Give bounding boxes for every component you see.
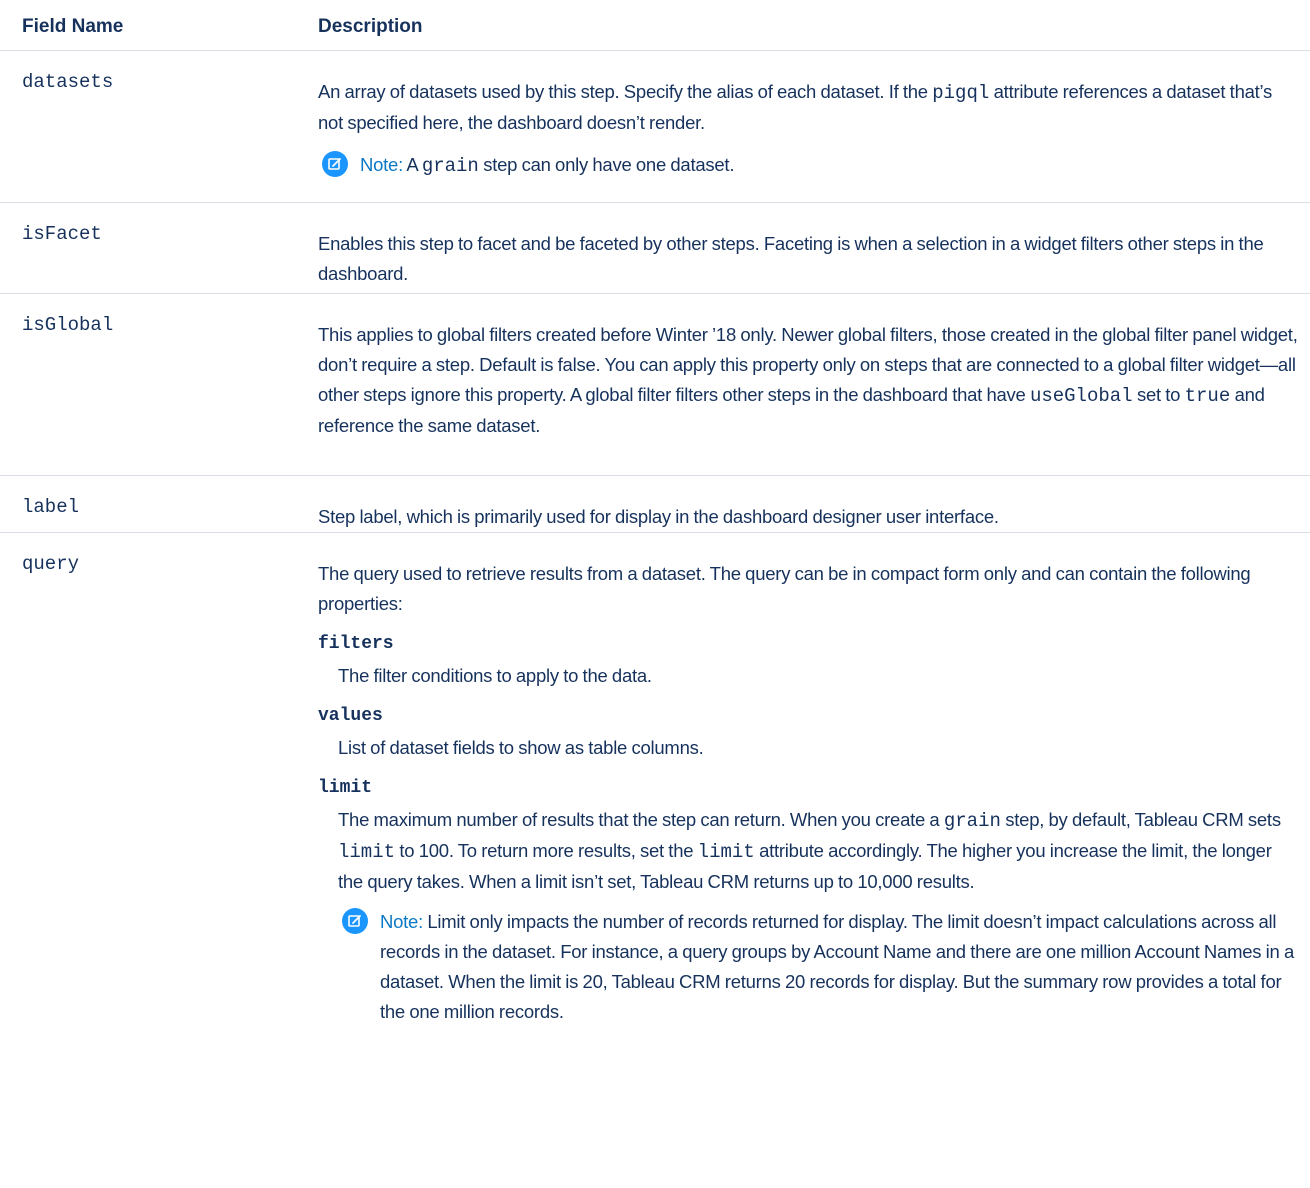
field-name: datasets [22,71,114,93]
table-row-query: query The query used to retrieve results… [0,533,1310,1027]
property-limit: limit The maximum number of results that… [318,773,1298,1027]
note-label: Note: [380,911,423,932]
field-name: isFacet [22,223,102,245]
field-description: An array of datasets used by this step. … [318,51,1298,181]
note-label: Note: [360,154,403,175]
field-description: Step label, which is primarily used for … [318,506,999,527]
code-pigql: pigql [932,82,990,104]
code-true: true [1184,385,1231,407]
field-reference-table: Field Name Description datasets An array… [0,0,1310,1027]
field-name: isGlobal [22,314,114,336]
field-description: This applies to global filters created b… [318,324,1298,436]
field-description: Enables this step to facet and be facete… [318,233,1264,284]
field-name: query [22,553,80,575]
code-limit: limit [338,841,396,863]
code-grain: grain [943,810,1001,832]
field-name: label [22,496,80,518]
edit-note-icon [322,151,348,177]
note-callout: Note: A grain step can only have one dat… [318,150,1298,181]
note-callout: Note: Limit only impacts the number of r… [338,907,1298,1027]
code-grain: grain [421,155,479,177]
table-row-datasets: datasets An array of datasets used by th… [0,51,1310,203]
property-values: values List of dataset fields to show as… [318,706,704,758]
property-filters: filters The filter conditions to apply t… [318,634,652,686]
table-row-isfacet: isFacet Enables this step to facet and b… [0,203,1310,294]
table-row-label: label Step label, which is primarily use… [0,476,1310,533]
code-useglobal: useGlobal [1029,385,1133,407]
field-description: The query used to retrieve results from … [318,533,1298,1027]
column-header-description: Description [318,16,423,37]
table-row-isglobal: isGlobal This applies to global filters … [0,294,1310,476]
column-header-field-name: Field Name [22,16,124,37]
edit-note-icon [342,908,368,934]
table-header: Field Name Description [0,0,1310,51]
code-limit: limit [697,841,755,863]
